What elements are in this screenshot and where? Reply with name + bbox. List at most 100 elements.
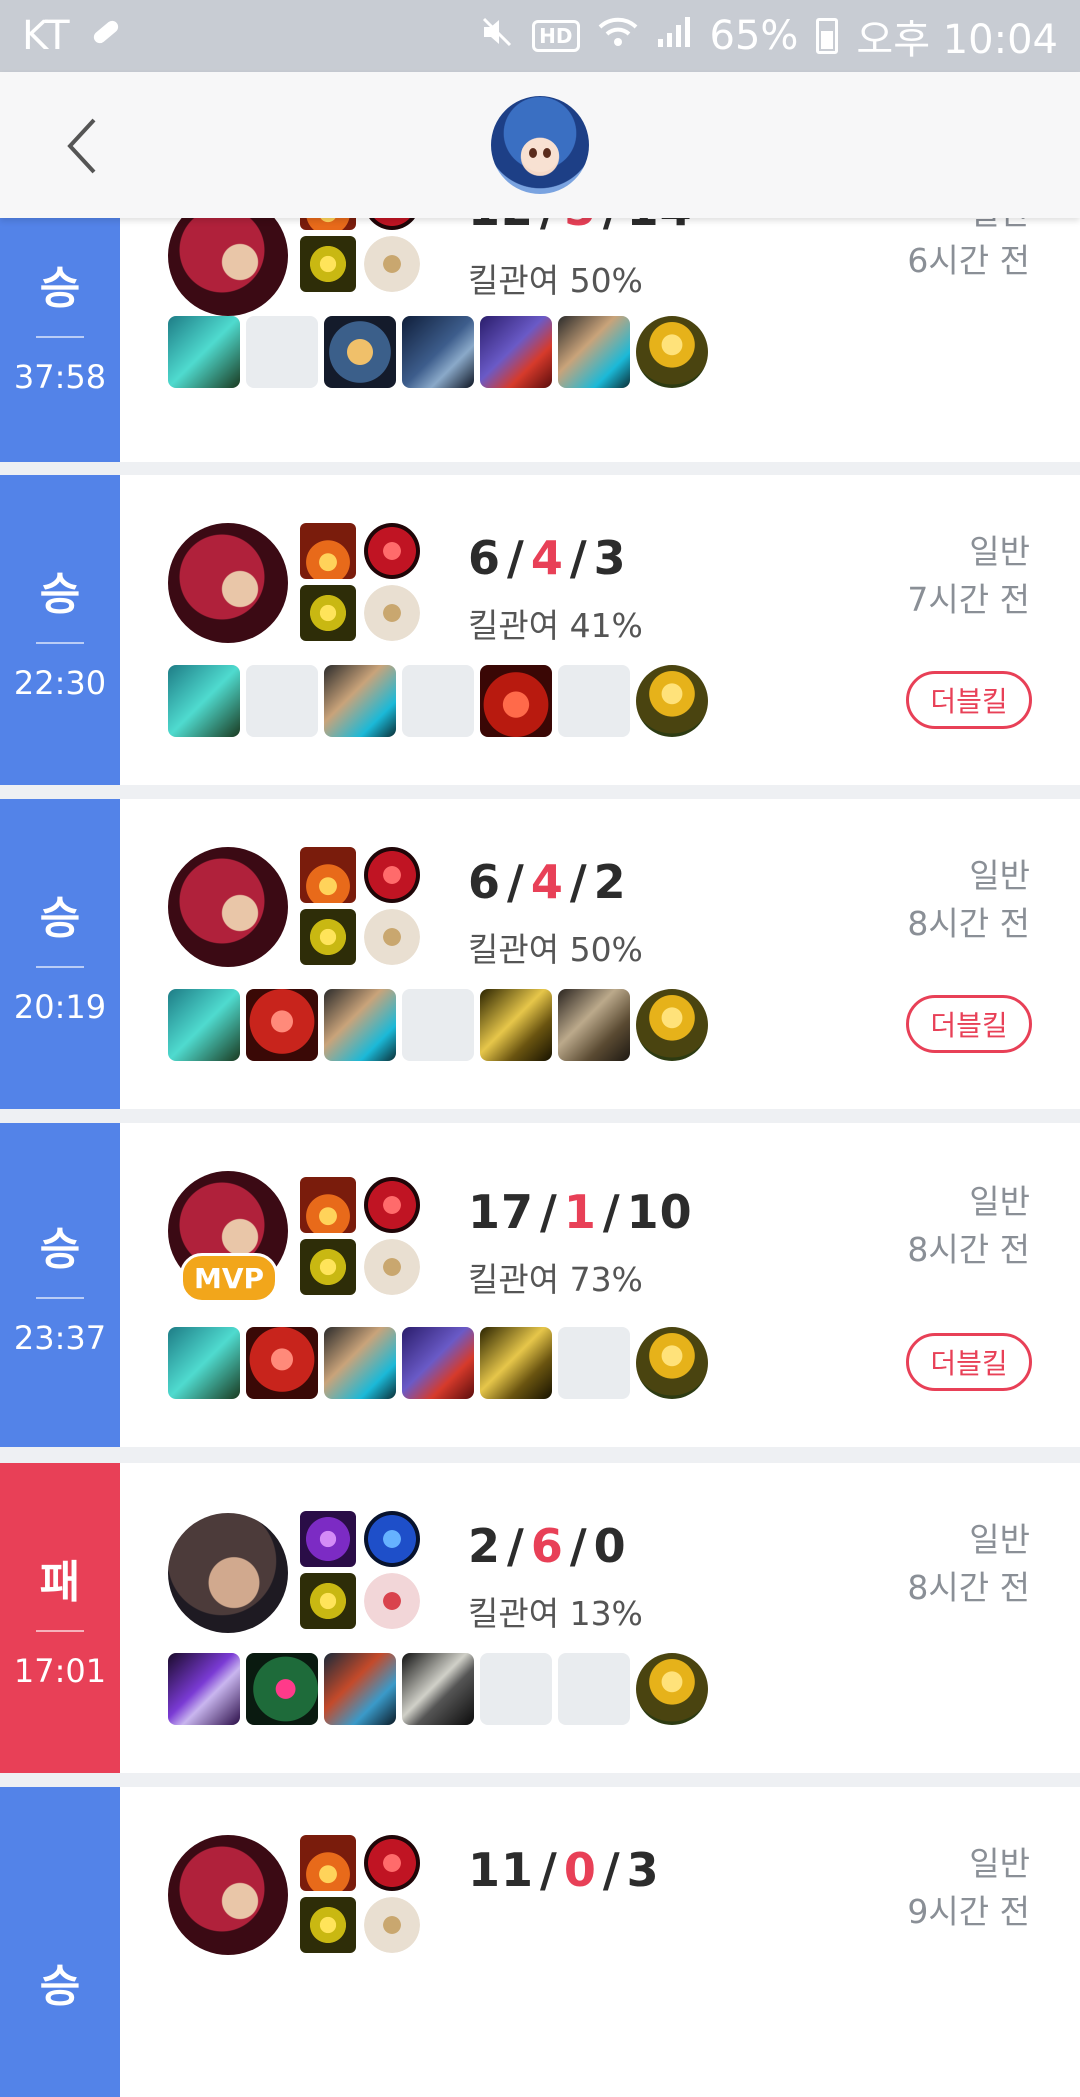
kill-participation: 킬관여 50% bbox=[468, 930, 643, 969]
trinket-slot[interactable] bbox=[636, 665, 708, 737]
kill-participation: 킬관여 41% bbox=[468, 606, 643, 645]
champion-icon[interactable] bbox=[168, 847, 288, 967]
item-slot-empty bbox=[402, 665, 474, 737]
kda: 2/6/0 bbox=[468, 1519, 627, 1573]
bandage-icon bbox=[88, 14, 124, 59]
trinket-slot[interactable] bbox=[636, 1327, 708, 1399]
status-bar: KT HD 65% 오후 10:04 bbox=[0, 0, 1080, 72]
multikill-badge: 더블킬 bbox=[906, 671, 1032, 729]
result-label: 승 bbox=[39, 1224, 81, 1275]
profile-avatar[interactable] bbox=[491, 96, 589, 194]
secondary-rune-icon bbox=[364, 236, 420, 292]
kda: 11/0/3 bbox=[468, 1843, 660, 1897]
chevron-left-icon bbox=[67, 118, 96, 174]
multikill-badge: 더블킬 bbox=[906, 1333, 1032, 1391]
duration: 17:01 bbox=[13, 1652, 107, 1690]
item-slot[interactable] bbox=[168, 665, 240, 737]
item-slot[interactable] bbox=[402, 316, 474, 388]
time-ago: 9시간 전 bbox=[907, 1892, 1030, 1931]
item-slot-empty bbox=[402, 989, 474, 1061]
kills: 6 bbox=[468, 855, 502, 909]
match-card[interactable]: 승 37:58 12/5/14 킬관여 50% 일반 6시간 전 bbox=[0, 174, 1080, 462]
hd-icon: HD bbox=[532, 20, 580, 52]
match-card[interactable]: 승 23:37 MVP 17/1/10 킬관여 73% 일반 8시간 전 더블킬 bbox=[0, 1123, 1080, 1447]
game-mode: 일반 bbox=[969, 1844, 1030, 1883]
time-ago: 6시간 전 bbox=[907, 241, 1030, 280]
item-slot[interactable] bbox=[480, 665, 552, 737]
electrocute-rune-icon bbox=[364, 847, 420, 903]
kills: 2 bbox=[468, 1519, 502, 1573]
assists: 3 bbox=[593, 531, 627, 585]
deaths: 4 bbox=[530, 855, 564, 909]
item-slot[interactable] bbox=[168, 1653, 240, 1725]
match-card[interactable]: 승 11/0/3 일반 9시간 전 bbox=[0, 1787, 1080, 2097]
item-slot[interactable] bbox=[168, 1327, 240, 1399]
item-slot[interactable] bbox=[480, 989, 552, 1061]
item-slot[interactable] bbox=[402, 1327, 474, 1399]
item-slot[interactable] bbox=[246, 989, 318, 1061]
match-card[interactable]: 승 20:19 6/4/2 킬관여 50% 일반 8시간 전 더블킬 bbox=[0, 799, 1080, 1109]
item-slot[interactable] bbox=[324, 665, 396, 737]
duration: 20:19 bbox=[13, 988, 107, 1026]
carrier-label: KT bbox=[22, 13, 70, 59]
item-slot[interactable] bbox=[480, 316, 552, 388]
result-column: 패 17:01 bbox=[0, 1463, 120, 1773]
champion-icon[interactable] bbox=[168, 1835, 288, 1955]
trinket-slot[interactable] bbox=[636, 316, 708, 388]
kills: 11 bbox=[468, 1843, 535, 1897]
time-ago: 8시간 전 bbox=[907, 1568, 1030, 1607]
champion-icon[interactable] bbox=[168, 523, 288, 643]
assists: 10 bbox=[626, 1185, 693, 1239]
trinket-slot[interactable] bbox=[636, 1653, 708, 1725]
kda: 17/1/10 bbox=[468, 1185, 693, 1239]
item-slots bbox=[168, 665, 708, 737]
item-slot[interactable] bbox=[324, 1653, 396, 1725]
flash-spell-icon bbox=[300, 236, 356, 292]
item-slot[interactable] bbox=[480, 1327, 552, 1399]
item-slot[interactable] bbox=[558, 989, 630, 1061]
trinket-slot[interactable] bbox=[636, 989, 708, 1061]
result-label: 승 bbox=[39, 1961, 81, 2012]
item-slot[interactable] bbox=[246, 1327, 318, 1399]
item-slot[interactable] bbox=[558, 316, 630, 388]
flash-spell-icon bbox=[300, 585, 356, 641]
result-label: 승 bbox=[39, 263, 81, 314]
back-button[interactable] bbox=[52, 116, 112, 176]
item-slots bbox=[168, 1653, 708, 1725]
secondary-rune-icon bbox=[364, 1897, 420, 1953]
secondary-rune-icon bbox=[364, 585, 420, 641]
battery-percent: 65% bbox=[709, 13, 799, 59]
item-slot[interactable] bbox=[168, 989, 240, 1061]
flash-spell-icon bbox=[300, 1897, 356, 1953]
ignite-spell-icon bbox=[300, 1177, 356, 1233]
clock: 오후 10:04 bbox=[856, 17, 1058, 63]
ignite-spell-icon bbox=[300, 847, 356, 903]
match-card[interactable]: 패 17:01 2/6/0 킬관여 13% 일반 8시간 전 bbox=[0, 1463, 1080, 1773]
item-slot-empty bbox=[246, 316, 318, 388]
item-slot[interactable] bbox=[324, 316, 396, 388]
mute-icon bbox=[480, 15, 514, 58]
mvp-badge: MVP bbox=[180, 1253, 278, 1303]
item-slot[interactable] bbox=[324, 1327, 396, 1399]
match-card[interactable]: 승 22:30 6/4/3 킬관여 41% 일반 7시간 전 더블킬 bbox=[0, 475, 1080, 785]
result-column: 승 bbox=[0, 1787, 120, 2097]
item-slot-empty bbox=[246, 665, 318, 737]
wifi-icon bbox=[598, 15, 638, 58]
champion-icon[interactable] bbox=[168, 1513, 288, 1633]
secondary-rune-icon bbox=[364, 1239, 420, 1295]
deaths: 4 bbox=[530, 531, 564, 585]
flash-spell-icon bbox=[300, 909, 356, 965]
electrocute-rune-icon bbox=[364, 1835, 420, 1891]
time-ago: 8시간 전 bbox=[907, 1230, 1030, 1269]
item-slot[interactable] bbox=[402, 1653, 474, 1725]
item-slots bbox=[168, 316, 708, 388]
duration: 22:30 bbox=[13, 664, 107, 702]
kill-participation: 킬관여 73% bbox=[468, 1260, 643, 1299]
signal-icon bbox=[656, 15, 692, 58]
time-ago: 8시간 전 bbox=[907, 904, 1030, 943]
app-header bbox=[0, 72, 1080, 218]
item-slot[interactable] bbox=[324, 989, 396, 1061]
result-column: 승 23:37 bbox=[0, 1123, 120, 1447]
item-slot[interactable] bbox=[168, 316, 240, 388]
item-slot[interactable] bbox=[246, 1653, 318, 1725]
